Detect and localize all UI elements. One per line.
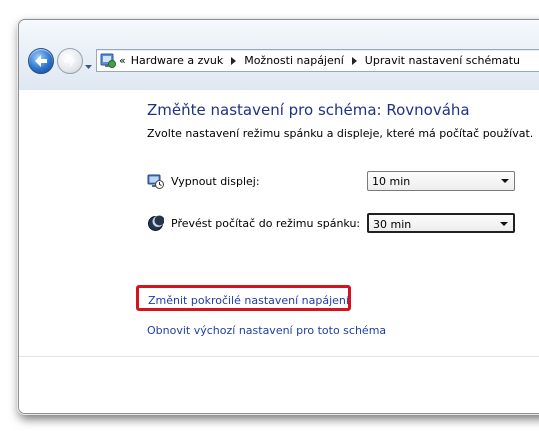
main-content: Změňte nastavení pro schéma: Rovnováha Z… bbox=[19, 91, 539, 413]
advanced-power-settings-link[interactable]: Změnit pokročilé nastavení napájení bbox=[148, 294, 349, 307]
breadcrumb: « Hardware a zvuk Možnosti napájení Upra… bbox=[119, 50, 520, 71]
breadcrumb-power-options[interactable]: Možnosti napájení bbox=[244, 54, 344, 67]
navigation-toolbar: « Hardware a zvuk Možnosti napájení Upra… bbox=[19, 20, 539, 90]
address-bar[interactable]: « Hardware a zvuk Možnosti napájení Upra… bbox=[96, 49, 539, 72]
forward-arrow-icon bbox=[64, 55, 76, 67]
back-button[interactable] bbox=[28, 48, 54, 74]
chevron-down-icon bbox=[501, 179, 509, 183]
chevron-down-icon bbox=[500, 222, 508, 226]
display-off-select[interactable]: 10 min bbox=[367, 171, 515, 191]
sleep-label: Převést počítač do režimu spánku: bbox=[171, 217, 361, 230]
sleep-select[interactable]: 30 min bbox=[367, 213, 515, 233]
control-panel-icon bbox=[100, 53, 116, 68]
display-off-setting: Vypnout displej: 10 min bbox=[147, 171, 519, 193]
breadcrumb-hardware-sound[interactable]: Hardware a zvuk bbox=[131, 54, 223, 67]
forward-button[interactable] bbox=[57, 48, 83, 74]
breadcrumb-separator-icon[interactable] bbox=[351, 56, 357, 65]
page-description: Zvolte nastavení režimu spánku a displej… bbox=[147, 127, 534, 140]
back-arrow-icon bbox=[35, 55, 47, 67]
sleep-setting: Převést počítač do režimu spánku: 30 min bbox=[147, 213, 519, 235]
content-divider bbox=[19, 356, 539, 357]
restore-default-settings-link[interactable]: Obnovit výchozí nastavení pro toto schém… bbox=[147, 324, 386, 337]
display-off-value: 10 min bbox=[372, 175, 411, 188]
breadcrumb-edit-plan-settings[interactable]: Upravit nastavení schématu bbox=[365, 54, 520, 67]
moon-icon bbox=[148, 215, 164, 231]
display-off-label: Vypnout displej: bbox=[171, 175, 260, 188]
breadcrumb-overflow-button[interactable]: « bbox=[119, 54, 126, 67]
page-title: Změňte nastavení pro schéma: Rovnováha bbox=[147, 101, 470, 119]
recent-pages-button[interactable] bbox=[84, 56, 93, 69]
chevron-down-icon bbox=[85, 65, 92, 69]
breadcrumb-separator-icon[interactable] bbox=[231, 56, 237, 65]
sleep-value: 30 min bbox=[373, 218, 412, 231]
monitor-clock-icon bbox=[147, 174, 164, 189]
control-panel-window: « Hardware a zvuk Možnosti napájení Upra… bbox=[18, 19, 539, 414]
